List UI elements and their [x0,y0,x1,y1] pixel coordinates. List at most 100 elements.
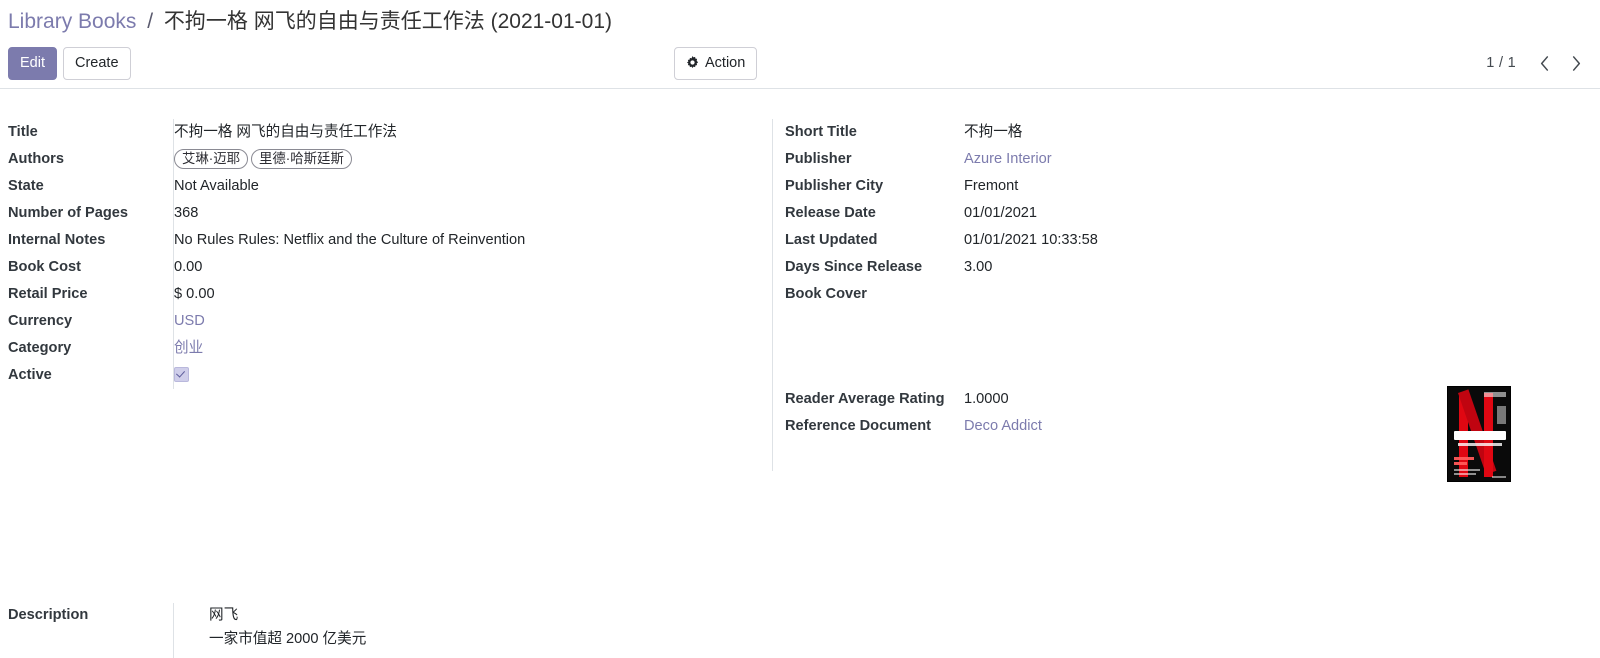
field-label-retail-price: Retail Price [8,286,88,302]
author-tag-list: 艾琳·迈耶 里德·哈斯廷斯 [174,149,355,170]
field-value-reference-document: Deco Addict [953,413,1472,440]
field-row-authors: Authors 艾琳·迈耶 里德·哈斯廷斯 [8,146,772,173]
chevron-right-icon [1570,55,1583,71]
field-label-reference-document: Reference Document [785,418,931,434]
field-value-authors: 艾琳·迈耶 里德·哈斯廷斯 [173,146,772,173]
field-spacer-cell-label [785,308,953,386]
field-row-days-since-release: Days Since Release 3.00 [785,254,1472,281]
field-label-short-title: Short Title [785,124,857,140]
field-row-title: Title 不拘一格 网飞的自由与责任工作法 [8,119,772,146]
field-row-reference-document: Reference Document Deco Addict [785,413,1472,440]
field-label-release-date: Release Date [785,205,876,221]
currency-link[interactable]: USD [174,313,205,329]
field-row-category: Category 创业 [8,335,772,362]
field-label-book-cost: Book Cost [8,259,81,275]
action-button[interactable]: Action [674,47,758,80]
field-label-description: Description [8,607,89,623]
field-spacer-cell-value [953,308,1472,386]
field-value-publisher-city: Fremont [964,178,1019,194]
cover-publisher-mark [1492,476,1506,478]
field-label-publisher-city: Publisher City [785,178,884,194]
field-row-internal-notes: Internal Notes No Rules Rules: Netflix a… [8,227,772,254]
field-value-publisher: Azure Interior [953,146,1472,173]
field-row-currency: Currency USD [8,308,772,335]
form-column-left: Title 不拘一格 网飞的自由与责任工作法 Authors 艾琳·迈耶 里德·哈… [0,119,772,389]
field-row-publisher: Publisher Azure Interior [785,146,1472,173]
field-label-title: Title [8,124,38,140]
field-label-active: Active [8,367,52,383]
field-label-number-of-pages: Number of Pages [8,205,129,221]
field-row-last-updated: Last Updated 01/01/2021 10:33:58 [785,227,1472,254]
pager-previous-button[interactable] [1530,48,1558,78]
category-link[interactable]: 创业 [174,340,203,356]
book-cover-image[interactable] [1447,386,1511,482]
breadcrumb: Library Books / 不拘一格 网飞的自由与责任工作法 (2021-0… [0,0,1600,42]
field-value-last-updated: 01/01/2021 10:33:58 [964,232,1098,248]
field-value-reader-average-rating: 1.0000 [964,391,1009,407]
field-row-active: Active [8,362,772,389]
cover-author-line2 [1454,473,1476,475]
reference-document-link[interactable]: Deco Addict [964,418,1042,434]
field-label-last-updated: Last Updated [785,232,878,248]
description-line-2: 一家市值超 2000 亿美元 [209,631,367,647]
field-label-days-since-release: Days Since Release [785,259,923,275]
form-sheet: Title 不拘一格 网飞的自由与责任工作法 Authors 艾琳·迈耶 里德·哈… [0,89,1600,658]
field-label-state: State [8,178,44,194]
field-value-number-of-pages: 368 [173,200,772,227]
description-line-1: 网飞 [209,607,239,623]
edit-button[interactable]: Edit [8,47,57,80]
breadcrumb-separator: / [147,10,154,33]
breadcrumb-current-record: 不拘一格 网飞的自由与责任工作法 (2021-01-01) [163,10,612,33]
cover-side-text-block [1497,406,1506,424]
breadcrumb-root-link[interactable]: Library Books [8,10,136,33]
cover-author-line1 [1454,469,1480,471]
field-row-state: State Not Available [8,173,772,200]
active-checkbox[interactable] [174,366,189,382]
field-row-publisher-city: Publisher City Fremont [785,173,1472,200]
book-cover-container[interactable] [1447,386,1511,482]
field-value-short-title: 不拘一格 [964,124,1023,140]
field-row-retail-price: Retail Price $ 0.00 [8,281,772,308]
field-value-book-cost: 0.00 [173,254,772,281]
form-columns: Title 不拘一格 网飞的自由与责任工作法 Authors 艾琳·迈耶 里德·哈… [0,119,1600,471]
left-field-table: Title 不拘一格 网飞的自由与责任工作法 Authors 艾琳·迈耶 里德·哈… [8,119,772,389]
field-row-number-of-pages: Number of Pages 368 [8,200,772,227]
field-value-days-since-release: 3.00 [964,259,993,275]
field-value-description: 网飞 一家市值超 2000 亿美元 [173,603,366,658]
field-label-book-cover: Book Cover [785,286,867,302]
pager-next-button[interactable] [1562,48,1590,78]
create-button[interactable]: Create [63,47,131,80]
field-label-category: Category [8,340,72,356]
field-label-authors: Authors [8,151,64,167]
field-row-release-date: Release Date 01/01/2021 [785,200,1472,227]
cover-title-text-block [1454,431,1506,440]
field-label-reader-average-rating: Reader Average Rating [785,391,945,407]
field-label-currency: Currency [8,313,73,329]
cover-top-text-block [1484,392,1506,397]
field-label-publisher: Publisher [785,151,852,167]
field-row-short-title: Short Title 不拘一格 [785,119,1472,146]
control-panel: Edit Create Action 1 / 1 [0,42,1600,89]
field-spacer-row [785,308,1472,386]
field-value-state: Not Available [173,173,772,200]
record-buttons: Edit Create [8,47,131,80]
field-value-release-date: 01/01/2021 [964,205,1038,221]
author-tag[interactable]: 里德·哈斯廷斯 [251,149,352,170]
field-row-book-cover: Book Cover [785,281,1472,308]
pager-count: 1 / 1 [1486,55,1516,71]
right-field-table: Short Title 不拘一格 Publisher Azure Interio… [785,119,1472,440]
field-value-active [173,362,772,389]
field-value-internal-notes: No Rules Rules: Netflix and the Culture … [173,227,772,254]
publisher-link[interactable]: Azure Interior [964,151,1052,167]
cover-subtitle-text-block [1458,443,1502,446]
field-value-category: 创业 [173,335,772,362]
chevron-left-icon [1538,55,1551,71]
field-row-reader-average-rating: Reader Average Rating 1.0000 [785,386,1472,413]
cover-english-title-line1 [1454,457,1474,460]
cover-english-title-line2 [1454,462,1467,465]
author-tag[interactable]: 艾琳·迈耶 [174,149,249,170]
action-menu-container: Action [674,47,758,80]
gear-icon [686,56,699,71]
field-label-internal-notes: Internal Notes [8,232,106,248]
field-value-title: 不拘一格 网飞的自由与责任工作法 [173,119,772,146]
